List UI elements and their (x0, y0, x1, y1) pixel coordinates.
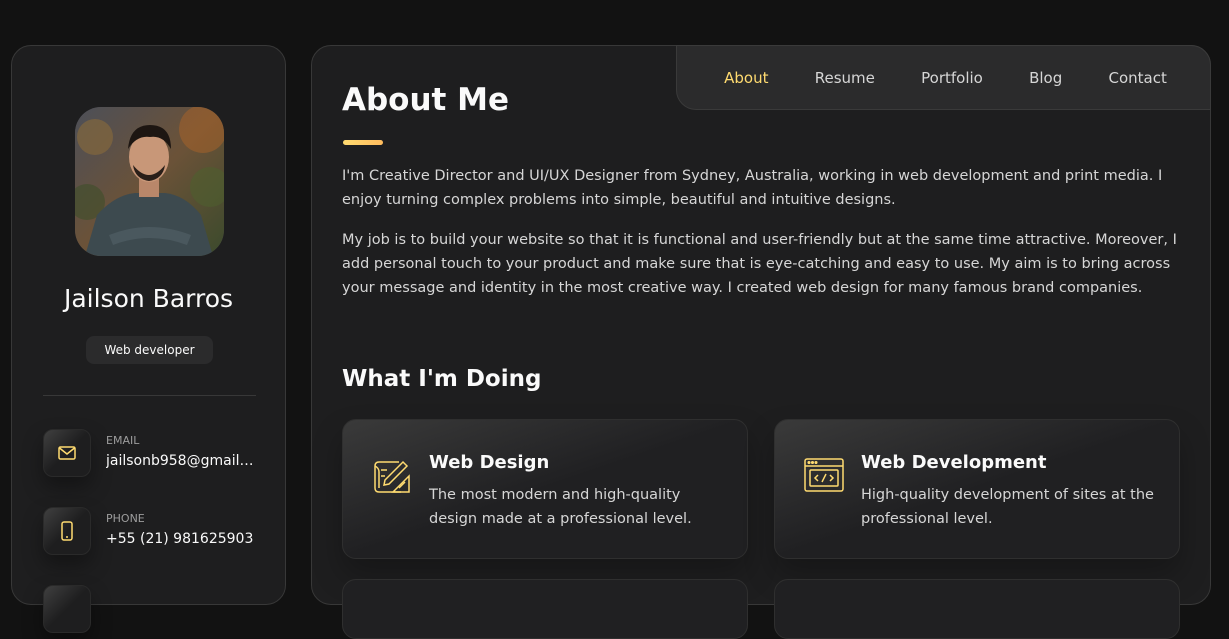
separator (43, 395, 256, 396)
service-title: Web Design (429, 452, 550, 473)
email-label: Email (106, 434, 140, 447)
services-title: What I'm Doing (342, 366, 542, 392)
phone-icon (43, 507, 91, 555)
service-card-web-development: Web Development High-quality development… (774, 419, 1180, 559)
profile-name: Jailson Barros (63, 284, 234, 313)
nav-blog[interactable]: Blog (1029, 69, 1062, 87)
sidebar: Jailson Barros Web developer Email jails… (11, 45, 286, 633)
navbar: About Resume Portfolio Blog Contact (676, 45, 1211, 110)
service-text: High-quality development of sites at the… (861, 487, 1154, 527)
nav-resume[interactable]: Resume (815, 69, 875, 87)
contact-next (43, 585, 273, 633)
service-card-web-design: Web Design The most modern and high-qual… (342, 419, 748, 559)
service-title: Web Development (861, 452, 1047, 473)
phone-value[interactable]: +55 (21) 981625903 (106, 531, 256, 547)
main-panel: About Resume Portfolio Blog Contact Abou… (311, 45, 1211, 639)
service-card-partial (774, 579, 1180, 639)
page-title: About Me (342, 82, 510, 118)
about-paragraph-2: My job is to build your website so that … (342, 232, 1177, 296)
nav-portfolio[interactable]: Portfolio (921, 69, 983, 87)
email-value[interactable]: jailsonb958@gmail.com (106, 453, 256, 469)
nav-about[interactable]: About (724, 69, 768, 87)
contact-phone: Phone +55 (21) 981625903 (43, 507, 273, 555)
contact-email: Email jailsonb958@gmail.com (43, 429, 273, 477)
code-icon (804, 458, 844, 492)
contact-next-icon (43, 585, 91, 633)
service-card-partial (342, 579, 748, 639)
phone-label: Phone (106, 512, 145, 525)
about-paragraph-1: I'm Creative Director and UI/UX Designer… (342, 168, 1163, 208)
service-text: The most modern and high-quality design … (429, 487, 692, 527)
nav-contact[interactable]: Contact (1109, 69, 1167, 87)
mail-icon (43, 429, 91, 477)
avatar (75, 107, 224, 256)
design-icon (374, 460, 410, 493)
role-badge: Web developer (86, 336, 213, 364)
avatar-photo (75, 107, 224, 256)
title-underline (343, 140, 383, 145)
